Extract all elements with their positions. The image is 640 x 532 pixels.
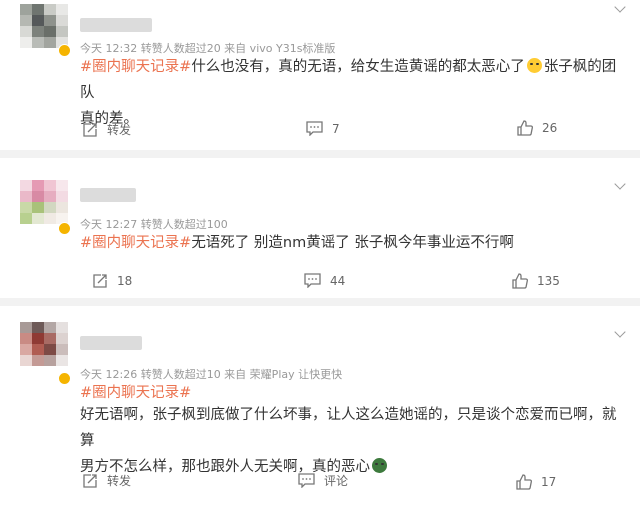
separator	[0, 150, 640, 158]
comment-button[interactable]: 评论	[298, 472, 348, 489]
comment-button[interactable]: 44	[304, 273, 345, 288]
verified-badge-icon	[58, 372, 71, 385]
hashtag-link[interactable]: #圈内聊天记录#	[80, 235, 191, 251]
repost-icon	[93, 274, 107, 288]
avatar[interactable]	[20, 180, 68, 224]
like-button[interactable]: 135	[512, 273, 560, 289]
repost-icon	[83, 473, 97, 488]
chevron-down-icon[interactable]	[614, 178, 626, 190]
username-blurred[interactable]	[80, 188, 136, 202]
comment-icon	[304, 273, 321, 288]
repost-button[interactable]: 转发	[82, 121, 131, 138]
thumbs-up-icon	[517, 120, 533, 136]
like-button[interactable]: 17	[516, 474, 556, 490]
thumbs-up-icon	[516, 474, 532, 490]
emoji-icon	[372, 458, 387, 473]
hashtag-link[interactable]: #圈内聊天记录#	[80, 59, 191, 75]
comment-icon	[298, 473, 315, 488]
verified-badge-icon	[58, 222, 71, 235]
comment-icon	[306, 121, 323, 136]
verified-badge-icon	[58, 44, 71, 57]
repost-button[interactable]: 转发	[82, 472, 131, 489]
avatar[interactable]	[20, 322, 68, 366]
chevron-down-icon[interactable]	[614, 326, 626, 338]
comment-button[interactable]: 7	[306, 121, 340, 136]
avatar[interactable]	[20, 4, 68, 48]
chevron-down-icon[interactable]	[614, 1, 626, 13]
post-text: 好无语啊，张子枫到底做了什么坏事，让人这么造她谣的，只是谈个恋爱而已啊，就算 男…	[80, 407, 617, 475]
hashtag-link[interactable]: #圈内聊天记录#	[80, 385, 191, 401]
post-text: #圈内聊天记录#无语死了 别造nm黄谣了 张子枫今年事业运不行啊	[80, 235, 514, 251]
username-blurred[interactable]	[80, 336, 142, 350]
like-button[interactable]: 26	[517, 120, 557, 136]
post-2: 今天 12:27 转赞人数超过100 #圈内聊天记录#无语死了 别造nm黄谣了 …	[0, 158, 640, 298]
username-blurred[interactable]	[80, 18, 152, 32]
repost-button[interactable]: 18	[92, 273, 132, 289]
emoji-icon	[526, 58, 542, 73]
post-1: 今天 12:32 转赞人数超过20 来自 vivo Y31s标准版 #圈内聊天记…	[0, 0, 640, 150]
separator	[0, 298, 640, 306]
thumbs-up-icon	[512, 273, 528, 289]
post-3: 今天 12:26 转赞人数超过10 来自 荣耀Play 让快更快 #圈内聊天记录…	[0, 306, 640, 532]
repost-icon	[83, 122, 97, 137]
